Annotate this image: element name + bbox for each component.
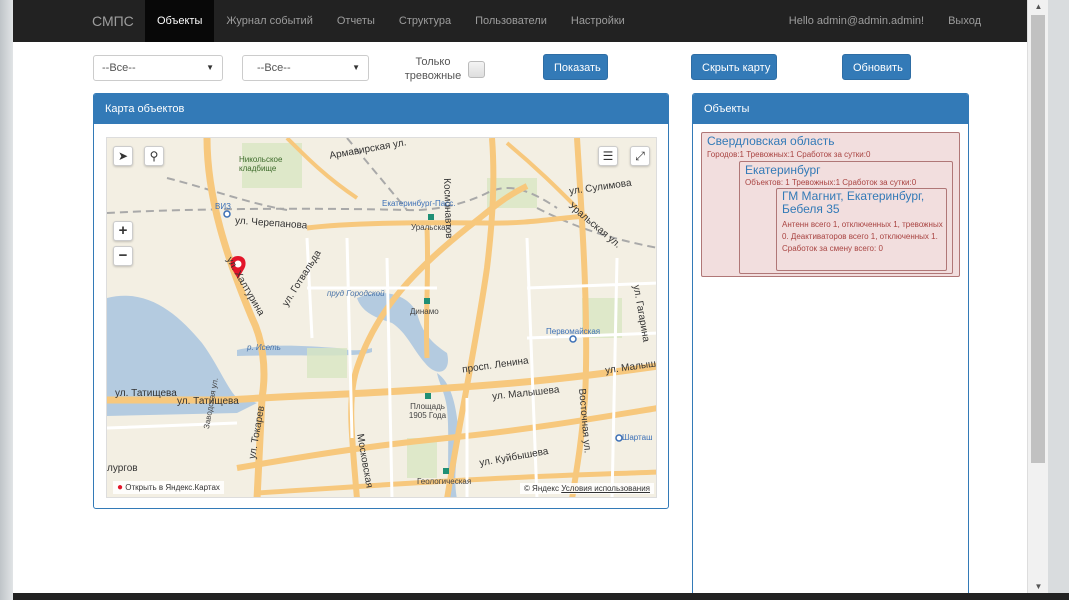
scroll-up-icon[interactable]: ▲ <box>1028 2 1048 11</box>
zoom-in-icon[interactable]: + <box>113 221 133 241</box>
taskbar <box>13 593 1069 600</box>
map-label-nikolskoe: Никольское кладбище <box>239 155 283 173</box>
scrollbar-thumb[interactable] <box>1031 15 1045 463</box>
map-footer: ● Открыть в Яндекс.Картах © Яндекс Услов… <box>107 479 656 497</box>
nav-menu: Объекты Журнал событий Отчеты Структура … <box>145 0 637 42</box>
window-edge <box>0 0 13 600</box>
copyright-label: © Яндекс <box>523 484 559 493</box>
brand[interactable]: СМПС <box>92 13 134 29</box>
open-in-yandex-link[interactable]: ● Открыть в Яндекс.Картах <box>113 481 224 494</box>
nav-item-event-log[interactable]: Журнал событий <box>214 0 324 42</box>
open-in-yandex-label: Открыть в Яндекс.Картах <box>125 483 220 492</box>
page: СМПС Объекты Журнал событий Отчеты Струк… <box>13 0 1048 593</box>
object-desc: Антенн всего 1, отключенных 1, тревожных… <box>782 220 943 253</box>
hide-map-button[interactable]: Скрыть карту <box>691 54 777 80</box>
nav-right: Hello admin@admin.admin! Выход <box>777 0 993 42</box>
refresh-button[interactable]: Обновить <box>842 54 911 80</box>
only-alarm-label: Только тревожные <box>404 56 462 82</box>
city-select-value: --Все-- <box>257 62 291 74</box>
vertical-scrollbar[interactable]: ▲ ▼ <box>1027 0 1048 593</box>
map-panel-title: Карта объектов <box>94 94 668 124</box>
map-label-ekb-pass: Екатеринбург-Пасс. <box>382 199 456 208</box>
map-label-ploshchad: Площадь 1905 Года <box>408 402 447 420</box>
region-select-value: --Все-- <box>102 62 136 74</box>
map-copyright: © Яндекс Условия использования <box>519 483 654 494</box>
user-greeting[interactable]: Hello admin@admin.admin! <box>777 0 936 42</box>
nav-item-users[interactable]: Пользователи <box>463 0 559 42</box>
fullscreen-icon[interactable]: ⤢ <box>630 146 650 166</box>
map-label-dinamo: Динамо <box>410 307 439 316</box>
region-select[interactable]: --Все-- ▼ <box>93 55 223 81</box>
map-label-iset: р. Исеть <box>247 343 281 352</box>
city-select[interactable]: --Все-- ▼ <box>242 55 369 81</box>
nav-item-settings[interactable]: Настройки <box>559 0 637 42</box>
zoom-out-icon[interactable]: − <box>113 246 133 266</box>
yandex-pin-icon: ● <box>117 482 124 493</box>
logout-link[interactable]: Выход <box>936 0 993 42</box>
locate-icon[interactable]: ➤ <box>113 146 133 166</box>
city-info: Объектов: 1 Тревожных:1 Сработок за сутк… <box>745 178 917 187</box>
navbar: СМПС Объекты Журнал событий Отчеты Струк… <box>13 0 1048 42</box>
map-label-viz: ВИЗ <box>215 202 231 211</box>
map-label-burgov: лургов <box>107 463 138 474</box>
map-label-pervomayskaya: Первомайская <box>546 327 601 336</box>
map-label-shartash: Шарташ <box>622 433 653 442</box>
map-label-tatishcheva: ул. Татищева <box>115 388 177 399</box>
map-label-prud: пруд Городской <box>327 289 385 298</box>
layers-icon[interactable]: ☰ <box>598 146 618 166</box>
caret-down-icon: ▼ <box>352 63 360 72</box>
search-icon[interactable]: ⚲ <box>144 146 164 166</box>
region-info: Городов:1 Тревожных:1 Сработок за сутки:… <box>707 150 871 159</box>
objects-panel-title: Объекты <box>693 94 968 124</box>
only-alarm-checkbox[interactable] <box>468 61 485 78</box>
nav-item-objects[interactable]: Объекты <box>145 0 215 42</box>
scroll-down-icon[interactable]: ▼ <box>1028 582 1048 591</box>
window-edge-right <box>1048 0 1069 600</box>
caret-down-icon: ▼ <box>206 63 214 72</box>
region-name[interactable]: Свердловская область <box>707 134 834 148</box>
nav-item-structure[interactable]: Структура <box>387 0 463 42</box>
map-label-uralskaya: Уральская <box>411 223 450 232</box>
show-button[interactable]: Показать <box>543 54 608 80</box>
city-name[interactable]: Екатеринбург <box>745 163 821 177</box>
terms-link[interactable]: Условия использования <box>561 484 650 493</box>
nav-item-reports[interactable]: Отчеты <box>325 0 387 42</box>
object-name[interactable]: ГМ Магнит, Екатеринбург, Бебеля 35 <box>782 190 942 216</box>
map[interactable]: Никольское кладбище Армавирская ул. Косм… <box>106 137 657 498</box>
